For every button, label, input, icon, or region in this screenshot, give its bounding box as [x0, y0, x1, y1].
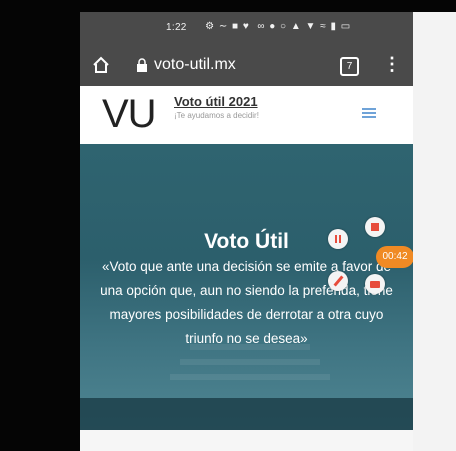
site-header: VU Voto útil 2021 ¡Te ayudamos a decidir… — [80, 86, 413, 144]
video-frame-right — [413, 12, 456, 451]
tabs-button[interactable]: 7 — [340, 57, 359, 76]
site-logo[interactable]: VU — [102, 90, 157, 138]
overflow-menu-icon[interactable]: ⋮ — [383, 55, 401, 73]
site-tagline: ¡Te ayudamos a decidir! — [174, 111, 259, 120]
url-field[interactable]: voto-util.mx — [154, 56, 236, 74]
video-frame-bottom — [80, 430, 413, 451]
hamburger-menu-icon[interactable] — [362, 108, 376, 118]
hero-title: Voto Útil — [204, 230, 289, 253]
record-timer[interactable]: 00:42 — [376, 246, 413, 268]
phone-screen: 1:22 ⚙ ∼ ■ ♥ ∞ ● ○ ▲ ▼ ≈ ▮ ▭ voto-util.m… — [80, 12, 413, 430]
hero-footer-shade — [80, 398, 413, 430]
lock-icon — [137, 58, 147, 72]
record-camera-icon[interactable] — [365, 274, 385, 294]
record-stop-icon[interactable] — [365, 217, 385, 237]
record-draw-icon[interactable] — [328, 271, 348, 291]
site-title-link[interactable]: Voto útil 2021 — [174, 94, 258, 109]
browser-url-bar: voto-util.mx 7 ⋮ — [80, 46, 413, 86]
hero-quote: «Voto que ante una decisión se emite a f… — [100, 259, 393, 346]
video-frame-left — [0, 12, 80, 451]
status-time: 1:22 — [166, 22, 187, 33]
record-pause-icon[interactable] — [328, 229, 348, 249]
home-icon[interactable] — [90, 54, 112, 76]
stairs-decoration — [170, 374, 330, 380]
hero-banner: Voto Útil «Voto que ante una decisión se… — [80, 144, 413, 430]
status-bar: 1:22 ⚙ ∼ ■ ♥ ∞ ● ○ ▲ ▼ ≈ ▮ ▭ — [80, 12, 413, 46]
video-frame-top — [0, 0, 456, 12]
stairs-decoration — [180, 359, 320, 365]
status-icons: ⚙ ∼ ■ ♥ ∞ ● ○ ▲ ▼ ≈ ▮ ▭ — [190, 21, 352, 32]
